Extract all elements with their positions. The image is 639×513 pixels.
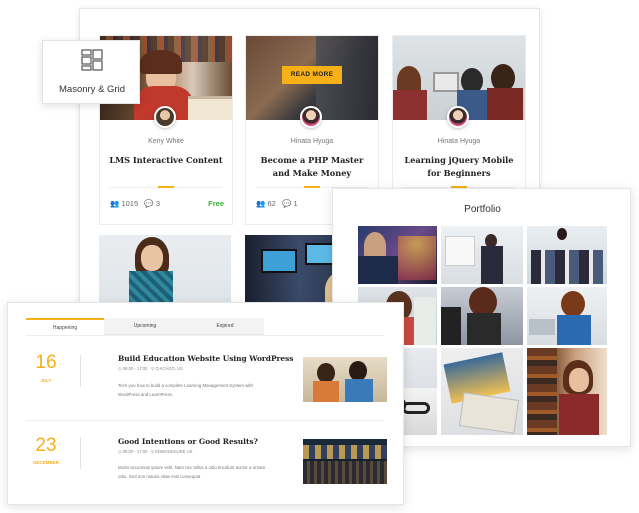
comments-count: 1 xyxy=(293,199,298,208)
event-description: Morbi accumsan ipsum velit. Nam nec tell… xyxy=(118,465,266,479)
accent-bar xyxy=(304,186,320,188)
course-title[interactable]: Become a PHP Master and Make Money xyxy=(254,154,370,180)
course-title[interactable]: Learning jQuery Mobile for Beginners xyxy=(401,154,517,180)
comments-count: 3 xyxy=(155,199,160,208)
course-author[interactable]: Keny White xyxy=(100,138,232,145)
event-meta: ◷ 08:00 - 17:00 ⚲ CHICAGO, US xyxy=(118,366,183,371)
event-date-divider xyxy=(80,355,81,387)
event-meta: ◷ 08:00 - 17:00 ⚲ EDMONDSURE US xyxy=(118,449,192,454)
course-author[interactable]: Hinata Hyuga xyxy=(393,138,525,145)
event-time: ◷ 08:00 - 17:00 xyxy=(118,449,148,454)
course-price: Free xyxy=(208,199,224,208)
students-icon: 👥 xyxy=(256,199,266,208)
event-title[interactable]: Build Education Website Using WordPress xyxy=(118,354,293,363)
tabs-divider xyxy=(26,335,384,336)
comments-icon: 💬 xyxy=(282,199,292,208)
author-avatar[interactable] xyxy=(300,106,322,128)
event-title[interactable]: Good Intentions or Good Results? xyxy=(118,437,258,446)
event-description: Tech you how to build a complete Learnin… xyxy=(118,383,253,397)
read-more-button[interactable]: READ MORE xyxy=(282,66,342,84)
event-thumbnail[interactable] xyxy=(303,439,387,484)
students-count: 1015 xyxy=(121,199,139,208)
event-month: JULY xyxy=(40,378,52,383)
accent-bar xyxy=(158,186,174,188)
tab-expired[interactable]: Expired xyxy=(186,318,264,335)
tab-upcoming[interactable]: Upcoming xyxy=(106,318,184,335)
event-time: ◷ 08:00 - 17:00 xyxy=(118,366,148,371)
event-location: ⚲ CHICAGO, US xyxy=(151,366,183,371)
students-count: 62 xyxy=(267,199,276,208)
course-stats: 👥 62 💬 1 xyxy=(256,199,298,208)
event-divider xyxy=(26,420,384,421)
portfolio-item[interactable] xyxy=(527,226,607,284)
portfolio-item[interactable] xyxy=(441,348,523,435)
masonry-grid-badge: Masonry & Grid xyxy=(42,40,140,104)
course-author[interactable]: Hinata Hyuga xyxy=(246,138,378,145)
event-day: 23 xyxy=(35,435,57,456)
comments-icon: 💬 xyxy=(144,199,154,208)
event-date-divider xyxy=(80,437,81,469)
event-location: ⚲ EDMONDSURE US xyxy=(151,449,193,454)
event-day: 16 xyxy=(35,352,57,373)
events-panel: Happening Upcoming Expired 16 JULY Build… xyxy=(7,302,404,505)
portfolio-title: Portfolio xyxy=(464,204,501,215)
portfolio-item[interactable] xyxy=(527,348,607,435)
author-avatar[interactable] xyxy=(447,106,469,128)
portfolio-item[interactable] xyxy=(358,226,437,284)
portfolio-item[interactable] xyxy=(527,287,607,345)
portfolio-item[interactable] xyxy=(441,287,523,345)
course-thumbnail[interactable] xyxy=(99,235,231,309)
author-avatar[interactable] xyxy=(154,106,176,128)
event-month: DECEMBER xyxy=(33,460,59,465)
students-icon: 👥 xyxy=(110,199,120,208)
masonry-grid-icon xyxy=(81,49,103,71)
masonry-grid-label: Masonry & Grid xyxy=(59,84,125,95)
portfolio-item[interactable] xyxy=(441,226,523,284)
tab-happening[interactable]: Happening xyxy=(26,318,104,335)
course-stats: 👥 1015 💬 3 xyxy=(110,199,160,208)
event-thumbnail[interactable] xyxy=(303,357,387,402)
event-tabs: Happening Upcoming Expired xyxy=(26,318,264,335)
course-title[interactable]: LMS Interactive Content xyxy=(108,154,224,167)
